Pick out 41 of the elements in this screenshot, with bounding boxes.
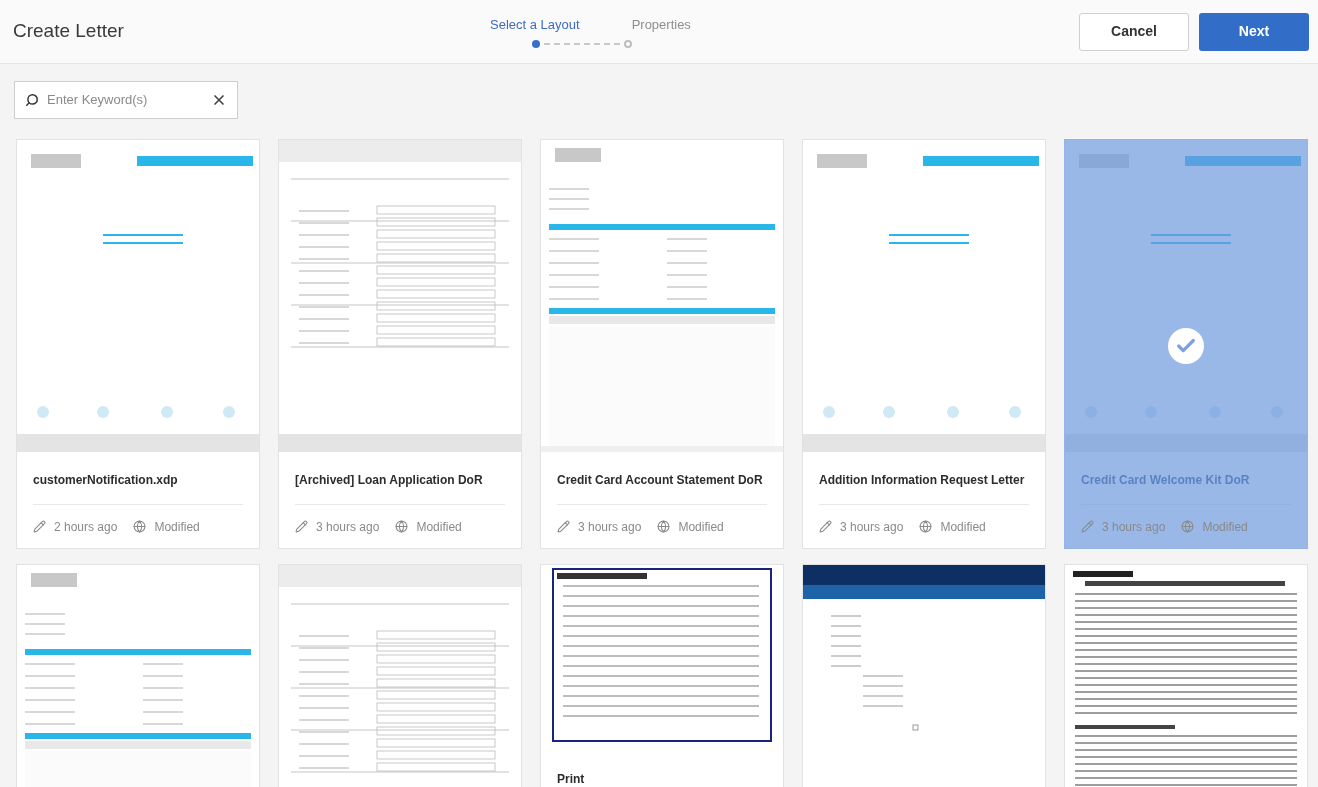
- globe-icon: [133, 520, 147, 533]
- page-title: Create Letter: [13, 19, 124, 44]
- search-field[interactable]: Enter Keyword(s): [14, 81, 238, 119]
- globe-icon: [395, 520, 409, 533]
- status-text: Modified: [416, 518, 462, 536]
- template-card[interactable]: Credit Card Account Statement DoR 3 hours ago Modified: [541, 140, 783, 548]
- template-card[interactable]: [Archived] Loan Application DoR 3 hours ago Modified: [279, 140, 521, 548]
- pencil-icon: [557, 520, 570, 533]
- pencil-icon: [819, 520, 832, 533]
- card-title: Credit Card Welcome Kit DoR: [1081, 472, 1251, 489]
- step-label: Properties: [631, 16, 691, 34]
- card-title: Credit Card Account Statement DoR: [557, 472, 764, 489]
- search-input[interactable]: Enter Keyword(s): [47, 90, 203, 110]
- modified-time: 3 hours ago: [1102, 518, 1166, 536]
- modified-time: 3 hours ago: [316, 518, 380, 536]
- card-title: Addition Information Request Letter: [819, 472, 1026, 489]
- card-title: Print: [557, 771, 586, 787]
- template-card[interactable]: Addition Information Request Letter 3 hours ago Modified: [803, 140, 1045, 548]
- globe-icon: [657, 520, 671, 533]
- pencil-icon: [1081, 520, 1094, 533]
- pencil-icon: [33, 520, 46, 533]
- card-title: customerNotification.xdp: [33, 472, 179, 489]
- step-label: Select a Layout: [490, 16, 580, 34]
- status-text: Modified: [678, 518, 724, 536]
- template-card[interactable]: Print: [541, 565, 783, 787]
- modified-time: 3 hours ago: [578, 518, 642, 536]
- status-text: Modified: [940, 518, 986, 536]
- globe-icon: [1181, 520, 1195, 533]
- globe-icon: [919, 520, 933, 533]
- template-card[interactable]: customerNotification.xdp 2 hours ago Modified: [17, 140, 259, 548]
- status-text: Modified: [1202, 518, 1248, 536]
- clear-icon[interactable]: [211, 92, 227, 108]
- pencil-icon: [295, 520, 308, 533]
- cancel-button[interactable]: Cancel: [1079, 12, 1189, 51]
- status-text: Modified: [154, 518, 200, 536]
- next-button[interactable]: Next: [1199, 12, 1309, 51]
- card-title: [Archived] Loan Application DoR: [295, 472, 484, 489]
- check-icon: [1168, 328, 1204, 364]
- modified-time: 2 hours ago: [54, 518, 118, 536]
- search-icon: [25, 93, 39, 107]
- modified-time: 3 hours ago: [840, 518, 904, 536]
